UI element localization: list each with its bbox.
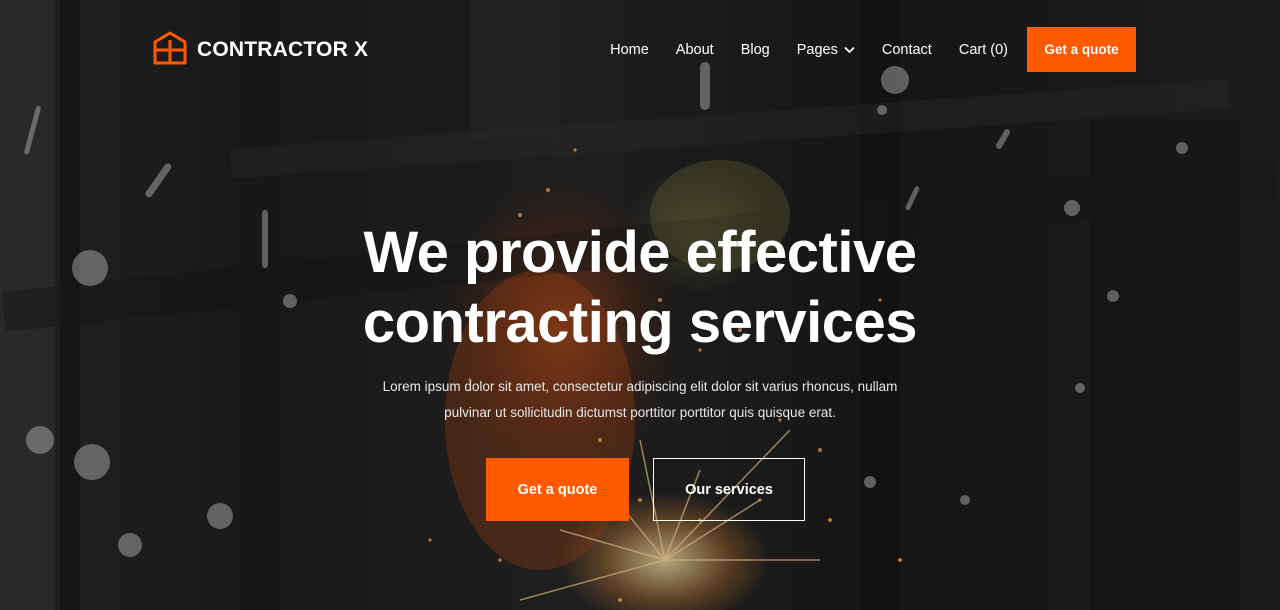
navbar: CONTRACTOR X Home About Blog Pages Conta… [0,0,1280,100]
nav-link-blog[interactable]: Blog [741,42,770,58]
our-services-button[interactable]: Our services [653,458,805,521]
hero-title-line-2: contracting services [362,290,918,355]
nav-link-label: Home [610,42,649,58]
nav-link-label: Cart (0) [958,42,1008,58]
brand-logo[interactable]: CONTRACTOR X [152,30,369,71]
nav-link-label: Blog [740,42,770,58]
main-navigation: Home About Blog Pages Contact Cart (0) [610,36,1008,64]
nav-link-home[interactable]: Home [610,42,649,58]
nav-link-label: Pages [796,42,838,58]
nav-link-contact[interactable]: Contact [882,42,932,58]
nav-link-label: Contact [881,42,932,58]
get-quote-button[interactable]: Get a quote [486,458,629,521]
nav-dropdown-pages[interactable]: Pages [797,42,855,58]
house-frame-icon [152,30,188,71]
nav-link-about[interactable]: About [676,42,714,58]
chevron-down-icon [844,42,855,58]
hero-content: We provide effective contracting service… [0,218,1280,521]
hero-section: CONTRACTOR X Home About Blog Pages Conta… [0,0,1280,610]
nav-link-cart[interactable]: Cart (0) [959,42,1008,58]
nav-link-label: About [675,42,714,58]
hero-title-line-1: We provide effective [363,220,917,285]
hero-buttons: Get a quote Our services [486,458,805,521]
nav-get-quote-button[interactable]: Get a quote [1027,27,1136,72]
hero-title: We provide effective contracting service… [0,218,1280,358]
hero-subtitle: Lorem ipsum dolor sit amet, consectetur … [382,379,898,420]
brand-name: CONTRACTOR X [197,38,369,61]
